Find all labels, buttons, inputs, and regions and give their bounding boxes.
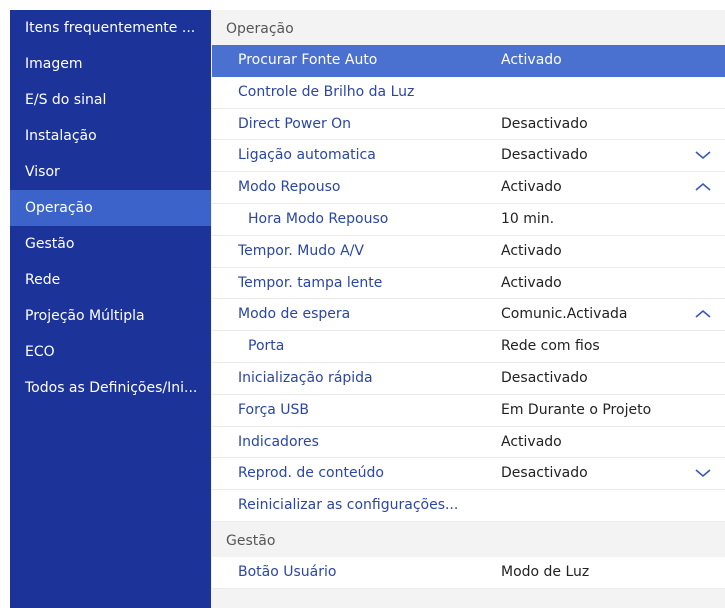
setting-label: Ligação automatica — [238, 147, 376, 164]
setting-value: Activado — [501, 242, 562, 259]
chevron-up-icon[interactable] — [695, 309, 711, 319]
setting-label: Força USB — [238, 401, 310, 418]
projector-menu: Itens frequentemente ... Imagem E/S do s… — [10, 10, 725, 608]
setting-label: Reprod. de conteúdo — [238, 465, 384, 482]
setting-row-av-mute-timer[interactable]: Tempor. Mudo A/V Activado — [212, 235, 725, 268]
chevron-up-icon[interactable] — [695, 182, 711, 192]
setting-row-light-brightness-control[interactable]: Controle de Brilho da Luz — [212, 76, 725, 109]
setting-value: 10 min. — [501, 210, 555, 227]
section-header-operation: Operação — [211, 10, 725, 45]
setting-value: Rede com fios — [501, 338, 600, 355]
setting-row-auto-power-on[interactable]: Ligação automatica Desactivado — [212, 140, 725, 173]
sidebar: Itens frequentemente ... Imagem E/S do s… — [10, 10, 211, 608]
setting-value: Desactivado — [501, 369, 588, 386]
sidebar-item-signal-io[interactable]: E/S do sinal — [10, 82, 211, 118]
setting-value: Desactivado — [501, 465, 588, 482]
setting-label: Indicadores — [238, 433, 319, 450]
sidebar-item-display[interactable]: Visor — [10, 154, 211, 190]
sidebar-item-eco[interactable]: ECO — [10, 334, 211, 370]
sidebar-item-installation[interactable]: Instalação — [10, 118, 211, 154]
setting-value: Activado — [501, 274, 562, 291]
setting-row-sleep-mode[interactable]: Modo Repouso Activado — [212, 172, 725, 204]
setting-row-standby-mode[interactable]: Modo de espera Comunic.Activada — [212, 299, 725, 332]
setting-row-usb-power[interactable]: Força USB Em Durante o Projeto — [212, 394, 725, 427]
setting-label: Modo de espera — [238, 306, 351, 323]
setting-label: Procurar Fonte Auto — [238, 52, 378, 68]
setting-value: Desactivado — [501, 147, 588, 164]
setting-value: Modo de Luz — [501, 563, 590, 580]
setting-row-sleep-mode-time[interactable]: Hora Modo Repouso 10 min. — [212, 203, 725, 236]
sidebar-item-network[interactable]: Rede — [10, 262, 211, 298]
sidebar-item-frequent[interactable]: Itens frequentemente ... — [10, 10, 211, 46]
setting-label: Botão Usuário — [238, 563, 337, 580]
setting-row-lens-cover-timer[interactable]: Tempor. tampa lente Activado — [212, 267, 725, 300]
setting-label: Controle de Brilho da Luz — [238, 83, 415, 100]
setting-value: Comunic.Activada — [501, 306, 628, 323]
setting-row-reset-settings[interactable]: Reinicializar as configurações... — [212, 490, 725, 522]
setting-label: Inicialização rápida — [238, 369, 373, 386]
setting-row-quick-startup[interactable]: Inicialização rápida Desactivado — [212, 362, 725, 395]
setting-label: Tempor. Mudo A/V — [238, 242, 364, 259]
setting-row-indicators[interactable]: Indicadores Activado — [212, 426, 725, 459]
setting-value: Activado — [501, 52, 562, 68]
setting-row-direct-power-on[interactable]: Direct Power On Desactivado — [212, 108, 725, 141]
setting-row-port[interactable]: Porta Rede com fios — [212, 331, 725, 363]
setting-row-user-button[interactable]: Botão Usuário Modo de Luz — [212, 556, 725, 589]
sidebar-item-all-settings[interactable]: Todos as Definições/Ini... — [10, 370, 211, 406]
sidebar-item-management[interactable]: Gestão — [10, 226, 211, 262]
sidebar-item-image[interactable]: Imagem — [10, 46, 211, 82]
setting-label: Reinicializar as configurações... — [238, 497, 459, 514]
setting-value: Desactivado — [501, 115, 588, 132]
section-header-management: Gestão — [211, 521, 725, 557]
setting-value: Activado — [501, 433, 562, 450]
setting-label: Tempor. tampa lente — [238, 274, 383, 291]
chevron-down-icon[interactable] — [695, 468, 711, 478]
setting-label: Direct Power On — [238, 115, 352, 132]
settings-panel: Operação Procurar Fonte Auto Activado Co… — [211, 10, 725, 608]
setting-row-auto-source-search[interactable]: Procurar Fonte Auto Activado — [212, 45, 725, 77]
sidebar-item-multi-projection[interactable]: Projeção Múltipla — [10, 298, 211, 334]
setting-label: Hora Modo Repouso — [248, 210, 389, 227]
setting-value: Em Durante o Projeto — [501, 401, 652, 418]
setting-label: Porta — [248, 338, 285, 355]
setting-row-content-playback[interactable]: Reprod. de conteúdo Desactivado — [212, 458, 725, 491]
chevron-down-icon[interactable] — [695, 150, 711, 160]
setting-label: Modo Repouso — [238, 179, 341, 196]
setting-value: Activado — [501, 179, 562, 196]
sidebar-item-operation[interactable]: Operação — [10, 190, 211, 226]
